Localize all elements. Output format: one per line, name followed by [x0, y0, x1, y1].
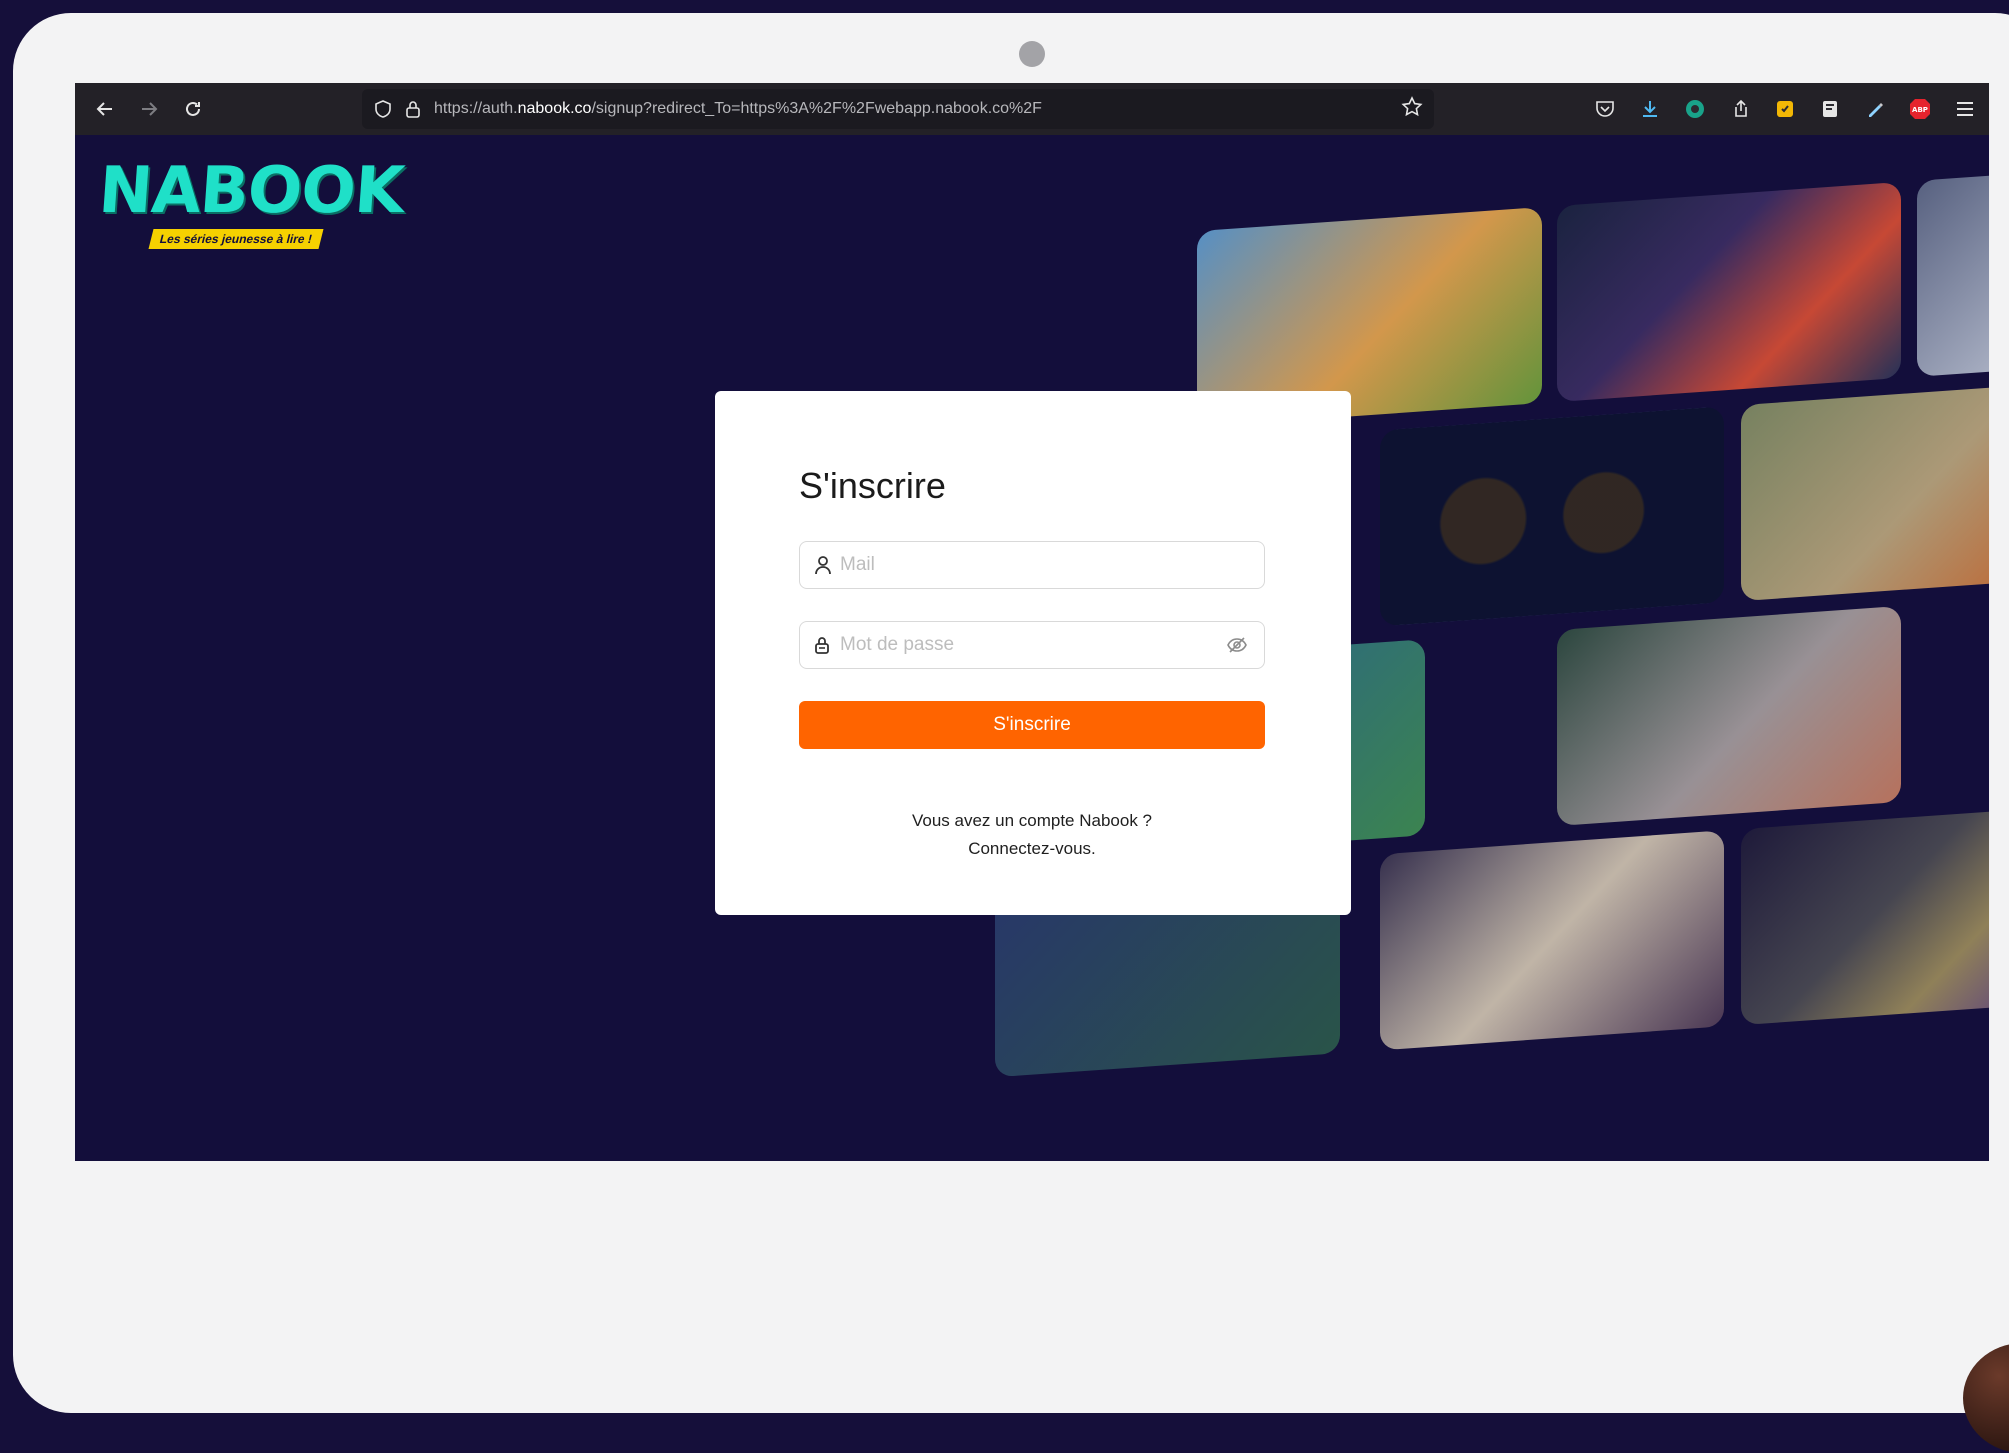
grammarly-extension-icon[interactable] — [1679, 93, 1711, 125]
illustration-tile — [1557, 181, 1901, 402]
illustration-tile — [1917, 171, 1989, 377]
color-picker-icon[interactable] — [1859, 93, 1891, 125]
signup-card: S'inscrire S'inscrire Vous avez un compt… — [715, 391, 1351, 915]
login-prompt: Vous avez un compte Nabook ? Connectez-v… — [799, 807, 1265, 863]
nabook-logo[interactable]: NABOOK Les séries jeunesse à lire ! — [96, 154, 406, 249]
svg-text:ABP: ABP — [1912, 106, 1928, 114]
tablet-frame: https://auth.nabook.co/signup?redirect_T… — [13, 13, 2009, 1453]
browser-toolbar: https://auth.nabook.co/signup?redirect_T… — [75, 83, 1989, 135]
address-bar[interactable]: https://auth.nabook.co/signup?redirect_T… — [362, 89, 1434, 129]
reload-icon[interactable] — [171, 87, 215, 131]
illustration-tile — [1741, 807, 1989, 1026]
downloads-icon[interactable] — [1634, 93, 1666, 125]
back-icon[interactable] — [83, 87, 127, 131]
decorative-corner — [1963, 1343, 2009, 1453]
eye-off-icon[interactable] — [1226, 636, 1250, 654]
signup-button[interactable]: S'inscrire — [799, 701, 1265, 749]
reader-extension-icon[interactable] — [1814, 93, 1846, 125]
logo-tagline: Les séries jeunesse à lire ! — [148, 229, 324, 249]
logo-wordmark: NABOOK — [96, 154, 406, 228]
email-input[interactable] — [838, 553, 1264, 577]
email-field[interactable] — [799, 541, 1265, 589]
notes-extension-icon[interactable] — [1769, 93, 1801, 125]
tracking-shield-icon[interactable] — [368, 94, 398, 124]
password-input[interactable] — [838, 633, 1226, 657]
account-question: Vous avez un compte Nabook ? — [911, 811, 1153, 830]
password-field[interactable] — [799, 621, 1265, 669]
illustration-tile — [1380, 406, 1724, 627]
user-icon — [814, 555, 834, 575]
forward-icon[interactable] — [127, 87, 171, 131]
url-text[interactable]: https://auth.nabook.co/signup?redirect_T… — [434, 100, 1042, 118]
camera-dot — [1019, 41, 1045, 67]
share-icon[interactable] — [1724, 93, 1756, 125]
illustration-tile — [1741, 383, 1989, 602]
lock-icon — [814, 635, 834, 655]
pocket-icon[interactable] — [1589, 93, 1621, 125]
browser-screen: https://auth.nabook.co/signup?redirect_T… — [75, 83, 1989, 1161]
bookmark-star-icon[interactable] — [1400, 95, 1424, 124]
adblock-plus-icon[interactable]: ABP — [1904, 93, 1936, 125]
illustration-tile — [1380, 830, 1724, 1051]
page-title: S'inscrire — [799, 465, 946, 506]
login-link[interactable]: Connectez-vous. — [799, 835, 1265, 863]
illustration-tile — [1557, 605, 1901, 826]
lock-icon[interactable] — [398, 94, 428, 124]
